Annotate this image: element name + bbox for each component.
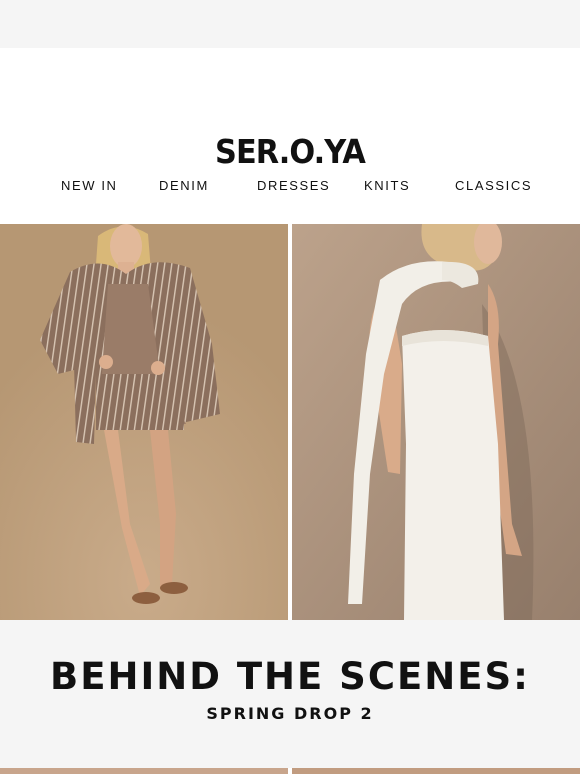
feature-subhead: SPRING DROP 2 — [206, 704, 374, 723]
hero-gallery — [0, 224, 580, 620]
nav-item-denim[interactable]: DENIM — [159, 178, 209, 193]
next-gallery-peek — [0, 768, 580, 774]
email-page: SER.O.YA NEW IN DENIM DRESSES KNITS CLAS… — [0, 0, 580, 774]
model-illustration-right — [292, 224, 580, 620]
photo-white-dress[interactable] — [292, 224, 580, 620]
category-nav: NEW IN DENIM DRESSES KNITS CLASSICS — [0, 176, 580, 224]
next-photo-left[interactable] — [0, 768, 288, 774]
top-spacer — [0, 0, 580, 48]
nav-item-dresses[interactable]: DRESSES — [257, 178, 330, 193]
nav-item-classics[interactable]: CLASSICS — [455, 178, 532, 193]
feature-section: BEHIND THE SCENES: SPRING DROP 2 — [0, 620, 580, 768]
nav-item-new-in[interactable]: NEW IN — [61, 178, 118, 193]
nav-item-knits[interactable]: KNITS — [364, 178, 410, 193]
brand-logo[interactable]: SER.O.YA — [23, 132, 557, 171]
photo-striped-suit[interactable] — [0, 224, 288, 620]
model-illustration-left — [0, 224, 288, 620]
feature-headline: BEHIND THE SCENES: — [50, 655, 530, 698]
next-photo-right[interactable] — [292, 768, 580, 774]
